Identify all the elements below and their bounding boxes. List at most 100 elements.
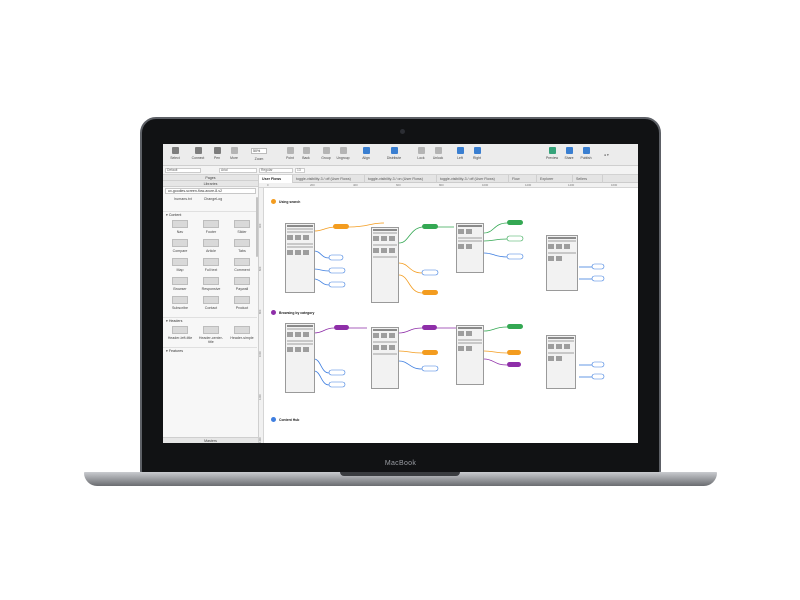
distribute-button[interactable]: Distribute — [385, 147, 403, 160]
wireframe-category[interactable] — [371, 327, 399, 389]
user-menu[interactable]: ● ▾ — [604, 153, 609, 157]
widget-thumbnail — [234, 258, 250, 266]
align-button[interactable]: Align — [357, 147, 375, 160]
device-brand: MacBook — [384, 460, 417, 467]
widget-thumbnail — [172, 326, 188, 334]
widget-thumbnail — [234, 220, 250, 228]
library-widget[interactable]: Contact — [197, 296, 225, 310]
align-right-icon — [473, 147, 481, 154]
connect-icon — [194, 147, 202, 154]
wireframe-article[interactable] — [546, 335, 576, 389]
library-widget[interactable]: Header-simple — [228, 326, 256, 340]
wireframe-product-2[interactable] — [456, 325, 484, 385]
tab-0[interactable]: User Flows — [259, 175, 293, 183]
ungroup-icon — [339, 147, 347, 154]
library-widget[interactable]: Compare — [166, 239, 194, 253]
library-section-header[interactable]: ▾ Headers — [163, 317, 257, 324]
widget-thumbnail — [234, 326, 250, 334]
library-file-item[interactable]: ChangeLog — [199, 197, 227, 201]
preview-button[interactable]: Preview — [543, 147, 561, 160]
back-button[interactable]: Back — [297, 147, 315, 160]
tab-1[interactable]: toggle-visibility-3 / off (User Flows) — [293, 175, 365, 183]
wireframe-search-results[interactable] — [371, 227, 399, 303]
library-section-header[interactable]: ▾ Features — [163, 347, 257, 354]
widget-thumbnail — [234, 239, 250, 247]
widget-thumbnail — [172, 239, 188, 247]
distribute-icon — [390, 147, 398, 154]
right-button[interactable]: Right — [468, 147, 486, 160]
library-widget[interactable]: Paywall — [228, 277, 256, 291]
library-widget[interactable]: Header-center-title — [197, 326, 225, 344]
point-icon — [286, 147, 294, 154]
library-section-header[interactable]: ▾ Content — [163, 211, 257, 218]
library-widget[interactable]: Nav — [166, 220, 194, 234]
left-pane: Pages Libraries ux-goodies-screen-flow-a… — [163, 175, 259, 443]
select-button[interactable]: Select — [166, 147, 184, 160]
libraries-header[interactable]: Libraries — [163, 181, 258, 187]
tab-2[interactable]: toggle-visibility-3 / on (User Flows) — [365, 175, 437, 183]
tab-6[interactable]: Sellers — [573, 175, 603, 183]
pen-button[interactable]: Pen — [208, 147, 226, 160]
unlock-button[interactable]: Unlock — [429, 147, 447, 160]
library-widget[interactable]: Header-left-title — [166, 326, 194, 340]
lock-button[interactable]: Lock — [412, 147, 430, 160]
widget-thumbnail — [203, 220, 219, 228]
main-toolbar: Select Connect Pen More 50% Zoom Point B… — [163, 144, 638, 166]
widget-thumbnail — [172, 220, 188, 228]
laptop-notch — [340, 472, 460, 476]
font-size-select[interactable]: 13 — [295, 168, 305, 173]
tab-5[interactable]: Explorer — [537, 175, 573, 183]
publish-button[interactable]: Publish — [577, 147, 595, 160]
ungroup-button[interactable]: Ungroup — [334, 147, 352, 160]
library-widget[interactable]: Full text — [197, 258, 225, 272]
back-icon — [302, 147, 310, 154]
more-button[interactable]: More — [225, 147, 243, 160]
connect-button[interactable]: Connect — [189, 147, 207, 160]
section-dot-content-hub — [271, 417, 276, 422]
library-widget[interactable]: Tabs — [228, 239, 256, 253]
page-tabs: User Flows toggle-visibility-3 / off (Use… — [259, 175, 638, 183]
library-file-item[interactable]: humans.txt — [169, 197, 197, 201]
preview-icon — [548, 147, 556, 154]
share-icon — [565, 147, 573, 154]
zoom-select[interactable]: 50% — [251, 148, 267, 154]
wireframe-product[interactable] — [456, 223, 484, 273]
publish-icon — [582, 147, 590, 154]
share-button[interactable]: Share — [560, 147, 578, 160]
tab-4[interactable]: Flow — [509, 175, 537, 183]
left-button[interactable]: Left — [451, 147, 469, 160]
library-widget[interactable]: Product — [228, 296, 256, 310]
library-widget[interactable]: Browser — [166, 277, 194, 291]
widget-thumbnail — [203, 296, 219, 304]
unlock-icon — [434, 147, 442, 154]
library-widget[interactable]: Slider — [228, 220, 256, 234]
style-select[interactable]: Default — [165, 168, 201, 173]
library-widget[interactable]: Responsive — [197, 277, 225, 291]
library-widget[interactable]: Comment — [228, 258, 256, 272]
library-widget[interactable]: Article — [197, 239, 225, 253]
wireframe-home-2[interactable] — [285, 323, 315, 393]
weight-select[interactable]: Regular — [259, 168, 293, 173]
widget-thumbnail — [172, 258, 188, 266]
wireframe-home[interactable] — [285, 223, 315, 293]
tab-3[interactable]: toggle-visibility-3 / off (User Flows) — [437, 175, 509, 183]
library-scrollbar[interactable] — [256, 197, 258, 257]
section-title-search: Using search — [279, 200, 301, 204]
group-button[interactable]: Group — [317, 147, 335, 160]
library-widget[interactable]: Map — [166, 258, 194, 272]
library-widget[interactable]: Subscribe — [166, 296, 194, 310]
library-select[interactable]: ux-goodies-screen-flow-axure-8-v2 — [165, 188, 256, 194]
font-select[interactable]: Arial — [219, 168, 257, 173]
group-icon — [322, 147, 330, 154]
widget-thumbnail — [172, 296, 188, 304]
laptop-scene: MacBook Select Connect Pen More 50% Zoom… — [0, 0, 800, 600]
library-widget[interactable]: Footer — [197, 220, 225, 234]
section-title-category: Browsing by category — [279, 311, 315, 315]
lock-icon — [417, 147, 425, 154]
app-window: Select Connect Pen More 50% Zoom Point B… — [163, 144, 638, 443]
widget-thumbnail — [203, 239, 219, 247]
section-dot-category — [271, 310, 276, 315]
masters-header[interactable]: Masters — [163, 437, 258, 443]
design-canvas[interactable]: 0 200 400 600 800 1000 1200 1400 1600 400 600 800 1… — [259, 183, 638, 443]
wireframe-checkout[interactable] — [546, 235, 578, 291]
